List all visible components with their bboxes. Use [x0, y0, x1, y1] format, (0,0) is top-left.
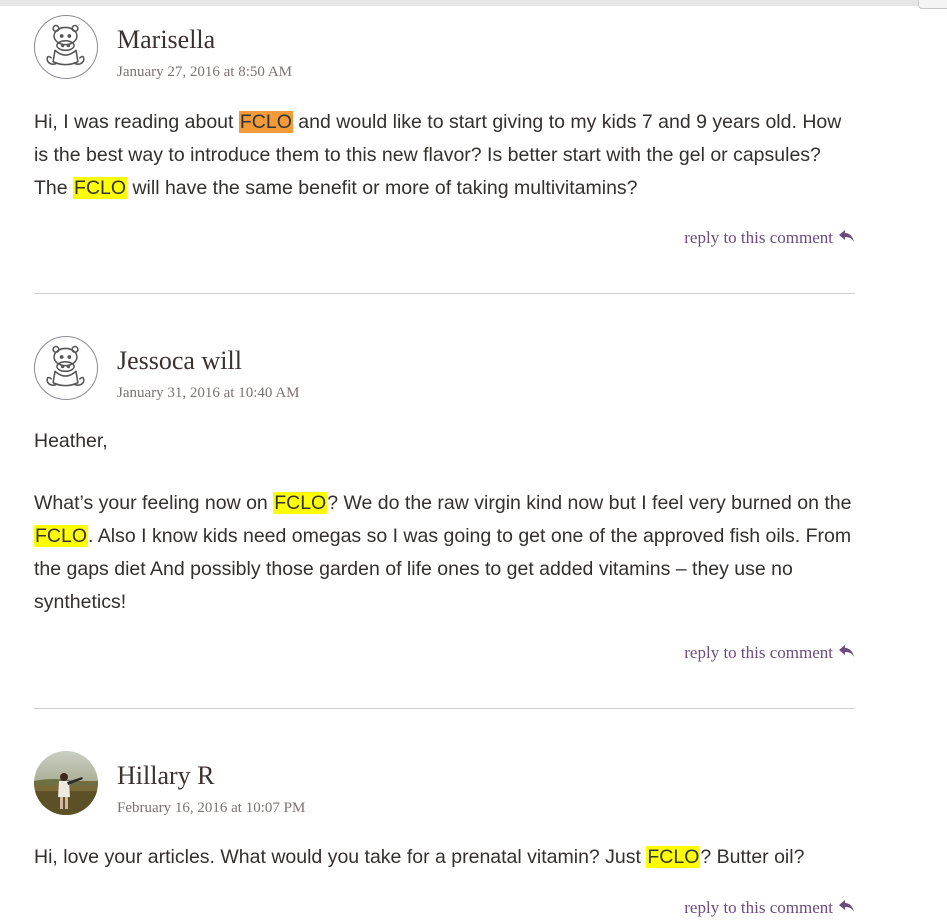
reply-label: reply to this comment — [684, 898, 833, 917]
text-segment: ? We do the raw virgin kind now but I fe… — [327, 492, 852, 514]
comment-body: What’s your feeling now on FCLO? We do t… — [34, 487, 855, 619]
comment-paragraph: What’s your feeling now on FCLO? We do t… — [34, 487, 855, 619]
text-segment: What’s your feeling now on — [34, 492, 274, 514]
comment-author: Jessoca will — [117, 346, 242, 375]
comment-body: Hi, I was reading about FCLO and would l… — [34, 106, 855, 205]
comment-body: Heather, — [34, 425, 855, 458]
comment-paragraph: Heather, — [34, 430, 108, 452]
comment-date[interactable]: February 16, 2016 at 10:07 PM — [117, 800, 305, 817]
comment-paragraph: Hi, love your articles. What would you t… — [34, 841, 855, 874]
search-highlight: FCLO — [34, 525, 89, 547]
comment-author: Hillary R — [117, 761, 215, 790]
comment-date[interactable]: January 31, 2016 at 10:40 AM — [117, 385, 299, 402]
reply-arrow-icon — [838, 898, 855, 918]
reply-label: reply to this comment — [684, 643, 833, 662]
text-segment: Hi, I was reading about — [34, 111, 239, 133]
text-segment: Hi, love your articles. What would you t… — [34, 846, 647, 868]
search-highlight: FCLO — [73, 177, 128, 199]
comment-body: Hi, love your articles. What would you t… — [34, 841, 855, 874]
comment-paragraph: Hi, I was reading about FCLO and would l… — [34, 106, 855, 205]
search-highlight-current: FCLO — [238, 111, 293, 133]
reply-arrow-icon — [838, 643, 855, 663]
hippo-avatar-icon[interactable] — [34, 15, 98, 79]
text-segment: . Also I know kids need omegas so I was … — [34, 525, 852, 613]
comment-author: Marisella — [117, 25, 216, 54]
browser-top-bar — [0, 0, 947, 6]
comment-date[interactable]: January 27, 2016 at 8:50 AM — [117, 64, 292, 81]
search-highlight: FCLO — [273, 492, 328, 514]
user-photo-avatar[interactable] — [34, 751, 98, 815]
hippo-avatar-icon[interactable] — [34, 336, 98, 400]
comment-divider — [34, 293, 855, 294]
reply-button[interactable]: reply to this comment — [684, 898, 855, 918]
reply-button[interactable]: reply to this comment — [684, 228, 855, 248]
reply-arrow-icon — [838, 228, 855, 248]
text-segment: will have the same benefit or more of ta… — [127, 177, 638, 199]
reply-label: reply to this comment — [684, 228, 833, 247]
search-highlight: FCLO — [646, 846, 701, 868]
text-segment: ? Butter oil? — [700, 846, 805, 868]
comment-divider — [34, 708, 855, 709]
reply-button[interactable]: reply to this comment — [684, 643, 855, 663]
scrollbar-corner[interactable] — [918, 0, 947, 9]
